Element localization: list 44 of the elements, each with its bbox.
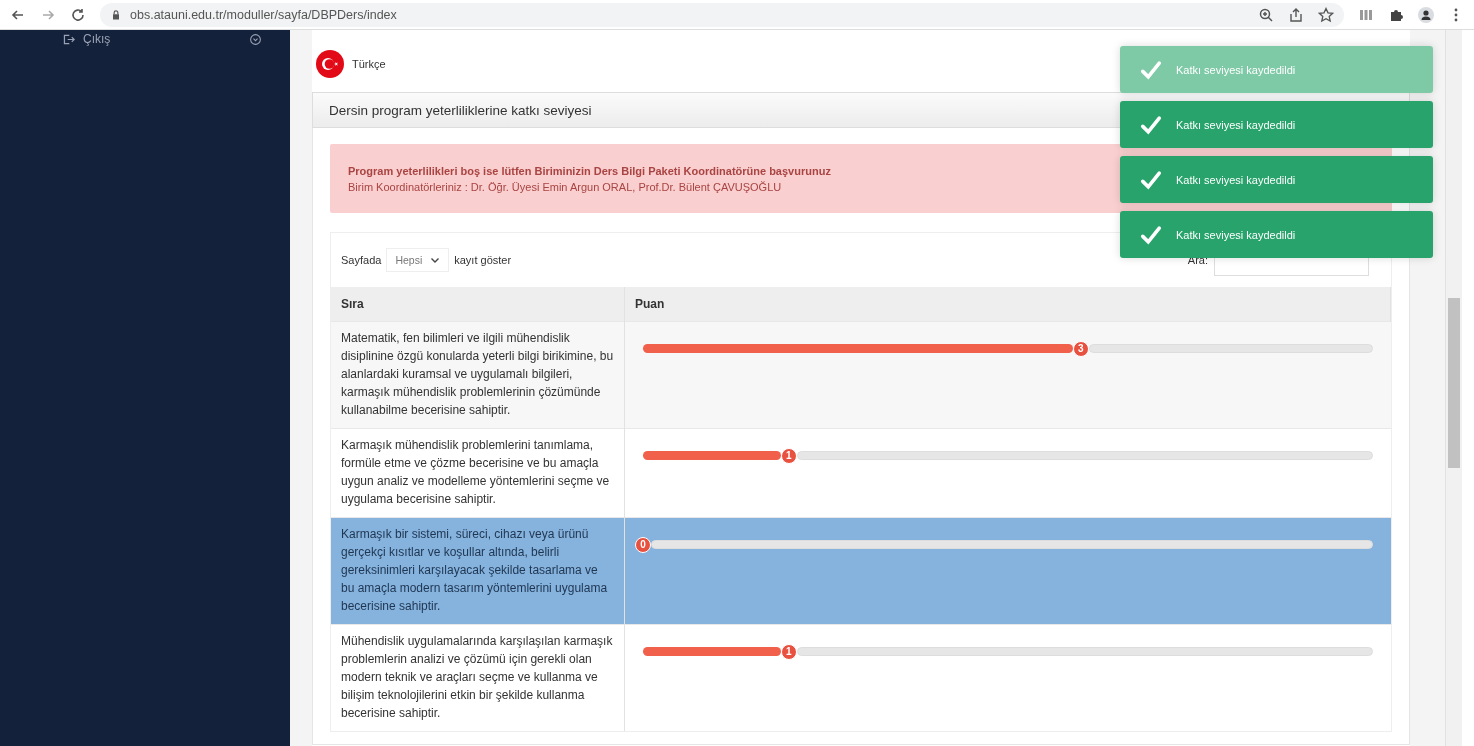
flag-icon[interactable] [316, 50, 344, 78]
nav-item[interactable]: Çıkış [83, 32, 249, 46]
length-label: kayıt göster [454, 254, 512, 266]
reload-icon[interactable] [70, 6, 86, 23]
check-icon [1140, 168, 1162, 191]
lock-icon [110, 8, 122, 21]
slider-handle[interactable]: 1 [780, 643, 797, 660]
share-icon[interactable] [1288, 6, 1304, 23]
table-cell: Karmaşık mühendislik problemlerini tanımlama, formüle etme ve çözme becerisine ve bu amaçla uygun analiz ve modelleme yöntemlerini seçme ve uygulama becerisine sahiptir. [331, 428, 625, 518]
check-icon [1140, 223, 1162, 246]
slider-handle[interactable]: 3 [1072, 340, 1089, 357]
slider-track[interactable] [796, 647, 1373, 656]
language-label[interactable]: Türkçe [352, 58, 386, 70]
address-text[interactable]: obs.atauni.edu.tr/moduller/sayfa/DBPDers/index [130, 7, 397, 22]
profile-icon[interactable] [1418, 6, 1434, 23]
chevron-down-icon [430, 255, 441, 265]
slider-track[interactable] [651, 540, 1373, 549]
toast-notification[interactable]: Katkı seviyesi kaydedildi [1120, 156, 1433, 203]
check-icon [1140, 58, 1162, 81]
alert-heading: Program yeterlilikleri boş ise lütfen Biriminizin Ders Bilgi Paketi Koordinatörüne başvurunuz [348, 164, 832, 179]
length-label: Sayfada [341, 254, 382, 266]
zoom-icon[interactable] [1258, 6, 1274, 23]
star-icon[interactable] [1318, 6, 1334, 23]
toast-notification[interactable]: Katkı seviyesi kaydedildi [1120, 46, 1433, 93]
logout-icon [62, 32, 75, 46]
toast-text: Katkı seviyesi kaydedildi [1176, 63, 1296, 76]
slider-track[interactable] [796, 451, 1373, 460]
alert-text: Birim Koordinatörleriniz : Dr. Öğr. Üyesi Emin Argun ORAL, Prof.Dr. Bülent ÇAVUŞOĞLU [348, 181, 782, 193]
column-header[interactable]: Puan [624, 287, 1391, 322]
page-length-select[interactable]: Hepsi [386, 248, 450, 272]
slider-handle[interactable]: 0 [635, 536, 651, 553]
toast-text: Katkı seviyesi kaydedildi [1176, 228, 1296, 241]
toast-text: Katkı seviyesi kaydedildi [1176, 173, 1296, 186]
slider-track[interactable] [1088, 344, 1373, 353]
chevron-circle-icon[interactable] [249, 32, 262, 46]
table-cell: Matematik, fen bilimleri ve ilgili mühendislik disiplinine özgü konularda yeterli bilgi birikimine, bu alanlardaki kuramsal ve uygulamalı bilgileri, karmaşık mühendislik problemlerinin çözümünde kullanabilme becerisine sahiptir. [331, 321, 625, 429]
slider-handle[interactable]: 1 [780, 447, 797, 464]
toast-notification[interactable]: Katkı seviyesi kaydedildi [1120, 101, 1433, 148]
table-cell: Mühendislik uygulamalarında karşılaşılan karmaşık problemlerin analizi ve çözümü için gerekli olan modern teknik ve araçları seçme ve kullanma ve bilişim teknolojilerini etkin bir şekilde kullanma becerisine sahiptir. [331, 624, 625, 731]
table-cell: Karmaşık bir sistemi, süreci, cihazı veya ürünü gerçekçi kısıtlar ve koşullar altında, belirli gereksinimleri karşılayacak şekilde tasarlama ve bu amaçla modern tasarım yöntemlerini uygulama becerisine sahiptir. [331, 517, 625, 625]
toast-text: Katkı seviyesi kaydedildi [1176, 118, 1296, 131]
check-icon [1140, 113, 1162, 136]
column-header[interactable]: Sıra [331, 287, 625, 322]
toast-notification[interactable]: Katkı seviyesi kaydedildi [1120, 211, 1433, 258]
